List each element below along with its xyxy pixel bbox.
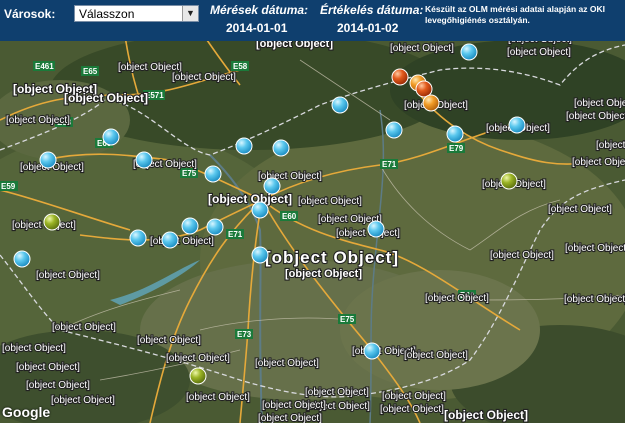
- country-label: [object Object]: [265, 248, 399, 267]
- station-marker-orange[interactable]: [422, 94, 440, 112]
- svg-text:E75: E75: [340, 315, 355, 324]
- station-marker-blue[interactable]: [135, 151, 153, 169]
- road-shield: E65: [81, 66, 99, 76]
- svg-text:E79: E79: [449, 144, 464, 153]
- place-label: [object Object]: [52, 322, 116, 333]
- station-marker-blue[interactable]: [363, 342, 381, 360]
- road-shield: E59: [0, 181, 18, 191]
- place-label: [object Object]: [26, 380, 90, 391]
- place-label: [object Object]: [425, 293, 489, 304]
- station-marker-blue[interactable]: [272, 139, 290, 157]
- place-label: [object Object]: [166, 353, 230, 364]
- place-label: [object Object]: [564, 294, 625, 305]
- map-canvas[interactable]: E461 E65 E58 E571 E58 E60 E59 E75 E71 E7…: [0, 0, 625, 423]
- station-marker-blue[interactable]: [181, 217, 199, 235]
- station-marker-red[interactable]: [415, 80, 433, 98]
- road-shield: E79: [447, 143, 465, 153]
- road-shield: E71: [226, 229, 244, 239]
- place-label: [object Object]: [507, 47, 571, 58]
- place-label: [object Object]: [255, 358, 319, 369]
- station-marker-green[interactable]: [189, 367, 207, 385]
- place-label: [object Object]: [596, 140, 625, 151]
- station-marker-blue[interactable]: [251, 201, 269, 219]
- station-marker-green[interactable]: [43, 213, 61, 231]
- station-marker-blue[interactable]: [460, 43, 478, 61]
- svg-text:E75: E75: [182, 169, 197, 178]
- station-marker-blue[interactable]: [13, 250, 31, 268]
- station-marker-blue[interactable]: [39, 151, 57, 169]
- road-shield: E73: [235, 329, 253, 339]
- svg-text:E58: E58: [233, 62, 248, 71]
- chevron-down-icon[interactable]: ▼: [182, 6, 198, 21]
- eval-date-value: 2014-01-02: [337, 21, 399, 35]
- station-marker-blue[interactable]: [385, 121, 403, 139]
- place-label: [object Object]: [150, 236, 214, 247]
- place-label: [object Object]: [2, 343, 66, 354]
- place-label: [object Object]: [258, 413, 322, 423]
- svg-text:E60: E60: [282, 212, 297, 221]
- place-label: [object Object]: [6, 115, 70, 126]
- place-label: [object Object]: [305, 387, 369, 398]
- station-marker-blue[interactable]: [367, 220, 385, 238]
- place-label: [object Object]: [380, 404, 444, 415]
- road-shield: E58: [231, 61, 249, 71]
- city-select-value: Válasszon: [79, 7, 135, 21]
- station-marker-blue[interactable]: [263, 177, 281, 195]
- place-label: [object Object]: [444, 408, 528, 422]
- svg-text:E59: E59: [1, 182, 16, 191]
- road-shield: E461: [33, 61, 55, 71]
- station-marker-blue[interactable]: [204, 165, 222, 183]
- station-marker-blue[interactable]: [102, 128, 120, 146]
- place-label: [object Object]: [172, 72, 236, 83]
- svg-text:E73: E73: [237, 330, 252, 339]
- place-label: [object Object]: [64, 91, 148, 105]
- place-label: [object Object]: [262, 400, 326, 411]
- place-label: [object Object]: [16, 362, 80, 373]
- station-marker-green[interactable]: [500, 172, 518, 190]
- place-label: [object Object]: [298, 196, 362, 207]
- road-shield: E71: [380, 159, 398, 169]
- road-shield: E60: [280, 211, 298, 221]
- place-label: [object Object]: [208, 192, 292, 206]
- header-bar: Városok: Válasszon ▼ Mérések dátuma: 201…: [0, 0, 625, 41]
- google-logo: Google: [2, 404, 51, 420]
- place-label: [object Object]: [390, 43, 454, 54]
- road-shield: E75: [338, 314, 356, 324]
- place-label: [object Object]: [51, 395, 115, 406]
- place-label: [object Object]: [36, 270, 100, 281]
- place-label: [object Object]: [572, 157, 625, 168]
- measure-date-value: 2014-01-01: [226, 21, 288, 35]
- place-label: [object Object]: [186, 392, 250, 403]
- station-marker-blue[interactable]: [161, 231, 179, 249]
- place-label: [object Object]: [137, 335, 201, 346]
- svg-text:E65: E65: [83, 67, 98, 76]
- place-label: [object Object]: [382, 391, 446, 402]
- svg-text:E461: E461: [35, 62, 54, 71]
- station-marker-red[interactable]: [391, 68, 409, 86]
- station-marker-blue[interactable]: [331, 96, 349, 114]
- place-label: [object Object]: [574, 98, 625, 109]
- station-marker-blue[interactable]: [508, 116, 526, 134]
- svg-text:E71: E71: [228, 230, 243, 239]
- place-label: [object Object]: [566, 111, 625, 122]
- station-marker-blue[interactable]: [251, 246, 269, 264]
- station-marker-blue[interactable]: [446, 125, 464, 143]
- svg-text:E71: E71: [382, 160, 397, 169]
- place-label: [object Object]: [404, 350, 468, 361]
- cities-label: Városok:: [4, 7, 56, 21]
- data-source-note: Készült az OLM mérési adatai alapján az …: [425, 4, 605, 25]
- city-select[interactable]: Válasszon ▼: [74, 5, 199, 22]
- station-marker-blue[interactable]: [235, 137, 253, 155]
- place-label: [object Object]: [490, 250, 554, 261]
- country-label-en: [object Object]: [285, 268, 362, 280]
- eval-date-label: Értékelés dátuma:: [320, 3, 424, 17]
- measure-date-label: Mérések dátuma:: [210, 3, 309, 17]
- place-label: [object Object]: [548, 204, 612, 215]
- station-marker-blue[interactable]: [129, 229, 147, 247]
- place-label: [object Object]: [565, 243, 625, 254]
- station-marker-blue[interactable]: [206, 218, 224, 236]
